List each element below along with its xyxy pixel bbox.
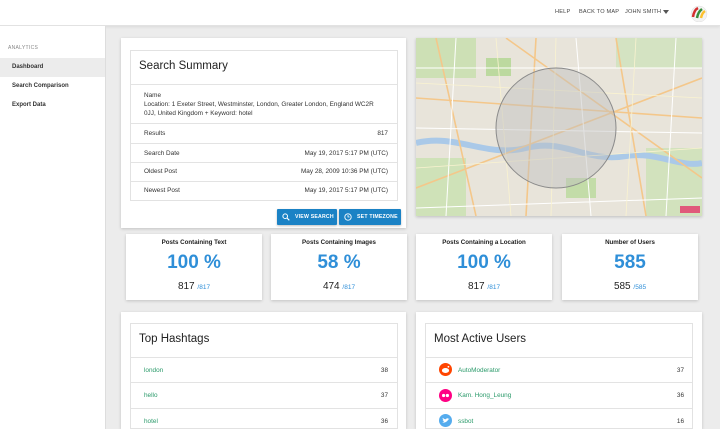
stat-card-location: Posts Containing a Location 100 % 817 /8… xyxy=(416,234,552,300)
stat-count: 585 xyxy=(613,281,631,292)
divider xyxy=(131,181,397,182)
search-summary-title: Search Summary xyxy=(139,60,228,72)
stat-count-line: 817 /817 xyxy=(416,281,552,292)
stat-title: Number of Users xyxy=(605,239,655,246)
name-value-line-1: Location: 1 Exeter Street, Westminster, … xyxy=(144,101,374,108)
divider xyxy=(131,162,397,163)
divider xyxy=(131,84,397,85)
divider xyxy=(426,357,692,358)
stat-count: 817 xyxy=(177,281,195,292)
divider xyxy=(131,382,397,383)
hashtag-count: 36 xyxy=(380,418,388,425)
search-icon xyxy=(282,213,290,221)
search-summary-panel xyxy=(130,50,398,201)
view-search-button[interactable]: VIEW SEARCH xyxy=(277,209,337,225)
hashtag-count: 38 xyxy=(380,367,388,374)
divider xyxy=(131,123,397,124)
stat-card-users: Number of Users 585 585 /585 xyxy=(562,234,698,300)
chevron-down-icon[interactable] xyxy=(663,10,669,14)
clock-icon xyxy=(344,213,352,221)
stat-card-images: Posts Containing Images 58 % 474 /817 xyxy=(271,234,407,300)
set-timezone-label: SET TIMEZONE xyxy=(357,214,398,220)
top-bar: HELP BACK TO MAP JOHN SMITH xyxy=(0,0,720,26)
search-date-value: May 19, 2017 5:17 PM (UTC) xyxy=(304,150,388,157)
sidebar-item-dashboard[interactable]: Dashboard xyxy=(0,58,105,77)
user-link[interactable]: AutoModerator xyxy=(458,367,500,374)
search-area-map[interactable] xyxy=(416,38,702,216)
stat-count: 817 xyxy=(467,281,485,292)
hashtag-link[interactable]: hotel xyxy=(144,418,158,425)
search-date-label: Search Date xyxy=(144,150,180,157)
stat-title: Posts Containing Text xyxy=(161,239,227,246)
divider xyxy=(131,408,397,409)
stat-total-link[interactable]: /817 xyxy=(342,284,355,291)
stat-total-link[interactable]: /585 xyxy=(633,284,646,291)
hashtag-link[interactable]: hello xyxy=(144,392,158,399)
user-link[interactable]: ssbot xyxy=(458,418,473,425)
stat-percentage: 100 % xyxy=(457,252,511,273)
divider xyxy=(131,357,397,358)
set-timezone-button[interactable]: SET TIMEZONE xyxy=(339,209,401,225)
map-tiles xyxy=(416,38,702,216)
newest-post-label: Newest Post xyxy=(144,187,180,194)
user-link[interactable]: Kam. Hong_Leung xyxy=(458,392,511,399)
user-menu[interactable]: JOHN SMITH xyxy=(625,9,661,15)
sidebar-item-search-comparison[interactable]: Search Comparison xyxy=(0,77,105,96)
sidebar: ANALYTICS Dashboard Search Comparison Ex… xyxy=(0,26,106,429)
help-link[interactable]: HELP xyxy=(555,9,570,15)
hashtag-count: 37 xyxy=(380,392,388,399)
oldest-post-label: Oldest Post xyxy=(144,168,178,175)
most-active-users-title: Most Active Users xyxy=(434,333,527,345)
newest-post-value: May 19, 2017 5:17 PM (UTC) xyxy=(304,187,388,194)
app-logo xyxy=(690,5,708,22)
stat-count-line: 474 /817 xyxy=(271,281,407,292)
stat-percentage: 100 % xyxy=(167,252,221,273)
stat-title: Posts Containing Images xyxy=(302,239,376,246)
user-post-count: 16 xyxy=(676,418,684,425)
twitter-icon xyxy=(439,414,452,427)
top-hashtags-title: Top Hashtags xyxy=(139,333,210,345)
user-post-count: 36 xyxy=(676,392,684,399)
stat-total-link[interactable]: /817 xyxy=(487,284,500,291)
reddit-icon xyxy=(439,363,452,376)
stat-title: Posts Containing a Location xyxy=(442,239,526,246)
divider xyxy=(426,408,692,409)
oldest-post-value: May 28, 2009 10:36 PM (UTC) xyxy=(300,168,388,175)
sidebar-section-heading: ANALYTICS xyxy=(8,45,39,51)
results-label: Results xyxy=(144,130,166,137)
divider xyxy=(426,382,692,383)
stat-total-link[interactable]: /817 xyxy=(197,284,210,291)
view-search-label: VIEW SEARCH xyxy=(295,214,334,220)
stat-count: 474 xyxy=(322,281,340,292)
name-value-line-2: 0JJ, United Kingdom + Keyword: hotel xyxy=(144,110,253,117)
stat-count-line: 585 /585 xyxy=(562,281,698,292)
hashtag-link[interactable]: london xyxy=(144,367,163,374)
name-label: Name xyxy=(144,92,162,99)
sidebar-item-export-data[interactable]: Export Data xyxy=(0,96,105,115)
user-post-count: 37 xyxy=(676,367,684,374)
results-value: 817 xyxy=(377,130,388,137)
stat-count-line: 817 /817 xyxy=(126,281,262,292)
stat-card-text: Posts Containing Text 100 % 817 /817 xyxy=(126,234,262,300)
stat-percentage: 58 % xyxy=(317,252,361,273)
stat-number: 585 xyxy=(614,252,646,273)
back-to-map-link[interactable]: BACK TO MAP xyxy=(579,9,619,15)
flickr-icon xyxy=(439,389,452,402)
divider xyxy=(131,143,397,144)
